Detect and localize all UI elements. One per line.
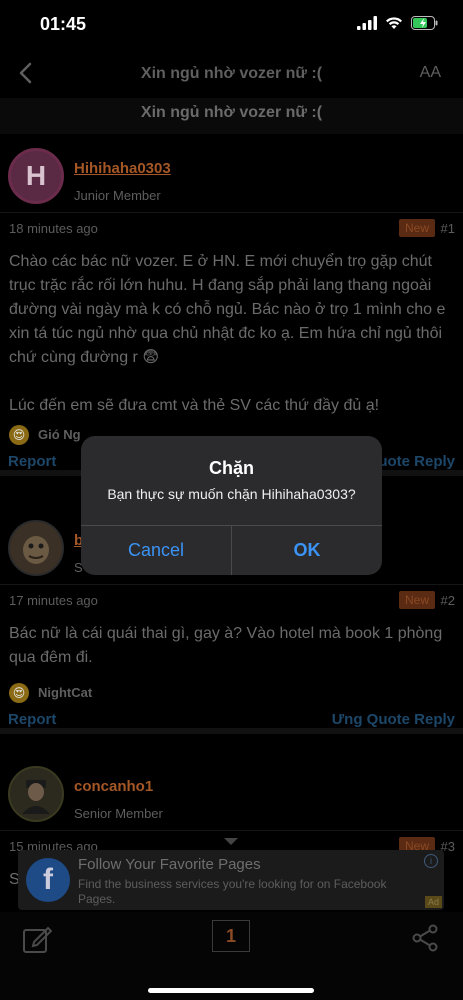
reaction-user[interactable]: Gió Ng — [38, 427, 81, 442]
username[interactable]: Hihihaha0303 — [74, 160, 171, 177]
post-meta: 18 minutes ago New #1 — [0, 212, 463, 242]
post-time: 17 minutes ago — [9, 593, 98, 608]
home-indicator[interactable] — [148, 988, 314, 993]
text-size-button[interactable]: AA — [420, 64, 441, 82]
post-number[interactable]: #1 — [441, 221, 455, 236]
ad-tag: Ad — [424, 896, 442, 908]
post-actions: Report Ưng Quote Reply — [0, 706, 463, 734]
username[interactable]: concanho1 — [74, 778, 153, 795]
quote-reply-button[interactable]: uote Reply — [378, 453, 455, 470]
post-meta: 17 minutes ago New #2 — [0, 584, 463, 614]
report-button[interactable]: Report — [8, 453, 56, 470]
battery-charging-icon — [411, 16, 438, 30]
post-body: Chào các bác nữ vozer. E ở HN. E mới chu… — [0, 242, 463, 418]
new-badge: New — [398, 591, 435, 609]
avatar[interactable] — [8, 766, 64, 822]
dialog-message: Bạn thực sự muốn chặn Hihihaha0303? — [107, 486, 356, 502]
ok-button[interactable]: OK — [232, 525, 382, 575]
post-paragraph: Bác nữ là cái quái thai gì, gay à? Vào h… — [9, 625, 443, 666]
user-role: Junior Member — [74, 188, 161, 203]
ad-description: Find the business services you're lookin… — [78, 877, 387, 906]
dialog-title: Chặn — [209, 458, 254, 478]
user-role: Senior Member — [74, 806, 163, 821]
avatar[interactable]: H — [8, 148, 64, 204]
new-badge: New — [398, 219, 435, 237]
post-paragraph: Chào các bác nữ vozer. E ở HN. E mới chu… — [9, 253, 446, 366]
thread-title: Xin ngủ nhờ vozer nữ :( — [0, 98, 463, 134]
facebook-logo-icon: f — [26, 858, 70, 902]
scroll-indicator-icon — [224, 838, 238, 845]
back-button[interactable] — [10, 58, 40, 88]
post-body: Bác nữ là cái quái thai gì, gay à? Vào h… — [0, 614, 463, 670]
share-icon — [412, 924, 438, 952]
post-header: H Hihihaha0303 Junior Member — [0, 140, 463, 212]
post-number[interactable]: #2 — [441, 593, 455, 608]
ad-title[interactable]: Follow Your Favorite Pages — [78, 856, 261, 873]
post-1: H Hihihaha0303 Junior Member 18 minutes … — [0, 140, 463, 476]
post-paragraph: Lúc đến em sẽ đưa cmt và thẻ SV các thứ … — [9, 397, 380, 414]
signal-icon — [357, 16, 377, 30]
compose-icon — [23, 926, 53, 953]
page-number-button[interactable]: 1 — [212, 920, 250, 952]
cancel-button[interactable]: Cancel — [81, 525, 231, 575]
report-button[interactable]: Report — [8, 711, 56, 728]
nav-title: Xin ngủ nhờ vozer nữ :( — [140, 65, 323, 82]
reaction-emoji-icon: 😍 — [9, 683, 29, 703]
avatar-image-icon — [22, 780, 50, 814]
bottom-toolbar: 1 — [0, 912, 463, 1000]
post-header: concanho1 Senior Member — [0, 758, 463, 830]
wifi-icon — [386, 17, 402, 29]
reaction-user[interactable]: NightCat — [38, 685, 92, 700]
avatar[interactable] — [8, 520, 64, 576]
nav-bar: Xin ngủ nhờ vozer nữ :( AA — [0, 50, 463, 98]
block-confirm-dialog: Chặn Bạn thực sự muốn chặn Hihihaha0303?… — [81, 436, 382, 575]
post-time: 18 minutes ago — [9, 221, 98, 236]
chevron-left-icon — [19, 62, 32, 84]
compose-button[interactable] — [22, 924, 53, 959]
quote-reply-button[interactable]: Ưng Quote Reply — [332, 711, 455, 728]
status-bar: 01:45 — [0, 0, 463, 50]
avatar-image-icon — [23, 536, 49, 564]
ad-info-icon[interactable]: i — [424, 854, 438, 868]
reaction-emoji-icon: 😍 — [9, 425, 29, 445]
share-button[interactable] — [411, 924, 439, 957]
ad-banner[interactable]: f Follow Your Favorite Pages Find the bu… — [18, 850, 444, 910]
status-icons — [357, 16, 439, 30]
reaction-row[interactable]: 😍 NightCat — [0, 680, 463, 706]
status-time: 01:45 — [40, 14, 87, 34]
